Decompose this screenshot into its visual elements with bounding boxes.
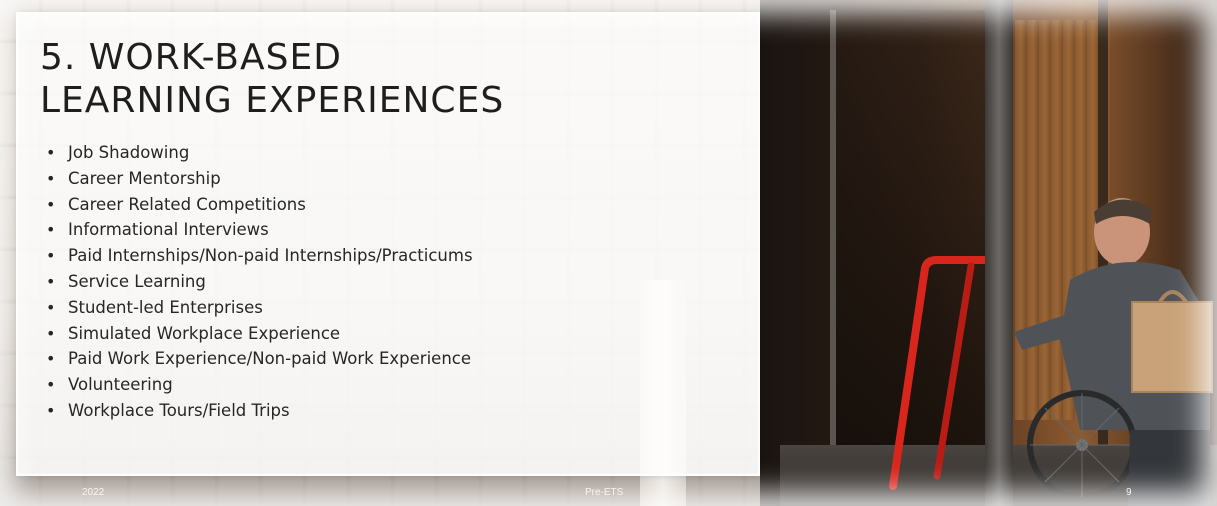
bullet-text: Career Related Competitions (68, 194, 306, 214)
bullet-icon: • (46, 220, 56, 240)
bullet-item: • Informational Interviews (44, 217, 473, 243)
bullet-item: • Student-led Enterprises (44, 295, 473, 321)
bullet-icon: • (46, 323, 56, 343)
slide: 5. WORK-BASED LEARNING EXPERIENCES • Job … (0, 0, 1217, 506)
bullet-list: • Job Shadowing • Career Mentorship • Caree… (44, 140, 473, 424)
bullet-text: Service Learning (68, 271, 206, 291)
footer-page-number: 9 (1126, 487, 1132, 498)
bullet-item: • Service Learning (44, 269, 473, 295)
bullet-item: • Job Shadowing (44, 140, 473, 166)
bullet-text: Job Shadowing (68, 143, 190, 162)
bullet-item: • Simulated Workplace Experience (44, 321, 473, 347)
bullet-icon: • (46, 400, 56, 420)
door-post (985, 0, 1013, 506)
bullet-item: • Volunteering (44, 372, 473, 398)
bullet-item: • Workplace Tours/Field Trips (44, 398, 473, 424)
bullet-text: Simulated Workplace Experience (68, 323, 341, 343)
bullet-text: Paid Internships/Non-paid Internships/Pr… (68, 246, 473, 266)
bullet-item: • Career Related Competitions (44, 192, 473, 218)
bullet-text: Paid Work Experience/Non-paid Work Exper… (68, 349, 472, 369)
bullet-text: Volunteering (68, 375, 173, 395)
footer-year: 2022 (82, 487, 105, 498)
person-in-wheelchair-illustration (1014, 198, 1213, 506)
bullet-icon: • (46, 375, 56, 395)
bullet-item: • Paid Work Experience/Non-paid Work Expe… (44, 346, 473, 372)
bullet-icon: • (46, 246, 56, 266)
bullet-icon: • (46, 297, 56, 317)
bullet-icon: • (46, 349, 56, 369)
bullet-item: • Career Mentorship (44, 166, 473, 192)
bullet-text: Workplace Tours/Field Trips (68, 400, 290, 420)
bullet-icon: • (46, 143, 56, 162)
bullet-icon: • (46, 194, 56, 214)
slide-title-line-2: LEARNING EXPERIENCES (40, 80, 505, 121)
bullet-text: Informational Interviews (68, 220, 269, 240)
bullet-icon: • (46, 168, 56, 188)
bullet-item: • Paid Internships/Non-paid Internships/P… (44, 243, 473, 269)
bullet-icon: • (46, 271, 56, 291)
footer-label: Pre-ETS (585, 487, 624, 498)
slide-title: 5. WORK-BASED LEARNING EXPERIENCES (40, 36, 504, 122)
bullet-text: Student-led Enterprises (68, 297, 263, 317)
slide-title-line-1: 5. WORK-BASED (40, 37, 342, 78)
bullet-text: Career Mentorship (68, 168, 221, 188)
